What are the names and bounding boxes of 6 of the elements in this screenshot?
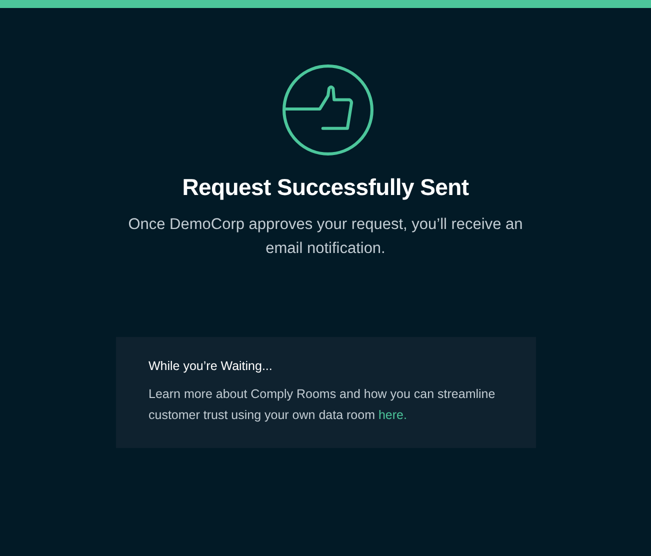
here-link[interactable]: here. xyxy=(378,408,407,422)
thumbs-up-icon xyxy=(282,64,374,156)
success-title: Request Successfully Sent xyxy=(182,174,469,201)
success-message: Once DemoCorp approves your request, you’ll receive an email notification. xyxy=(127,215,524,259)
card-title: While you’re Waiting... xyxy=(148,359,274,373)
card-text: Learn more about Comply Rooms and how you can streamline customer trust using your own data room here. xyxy=(148,386,496,424)
